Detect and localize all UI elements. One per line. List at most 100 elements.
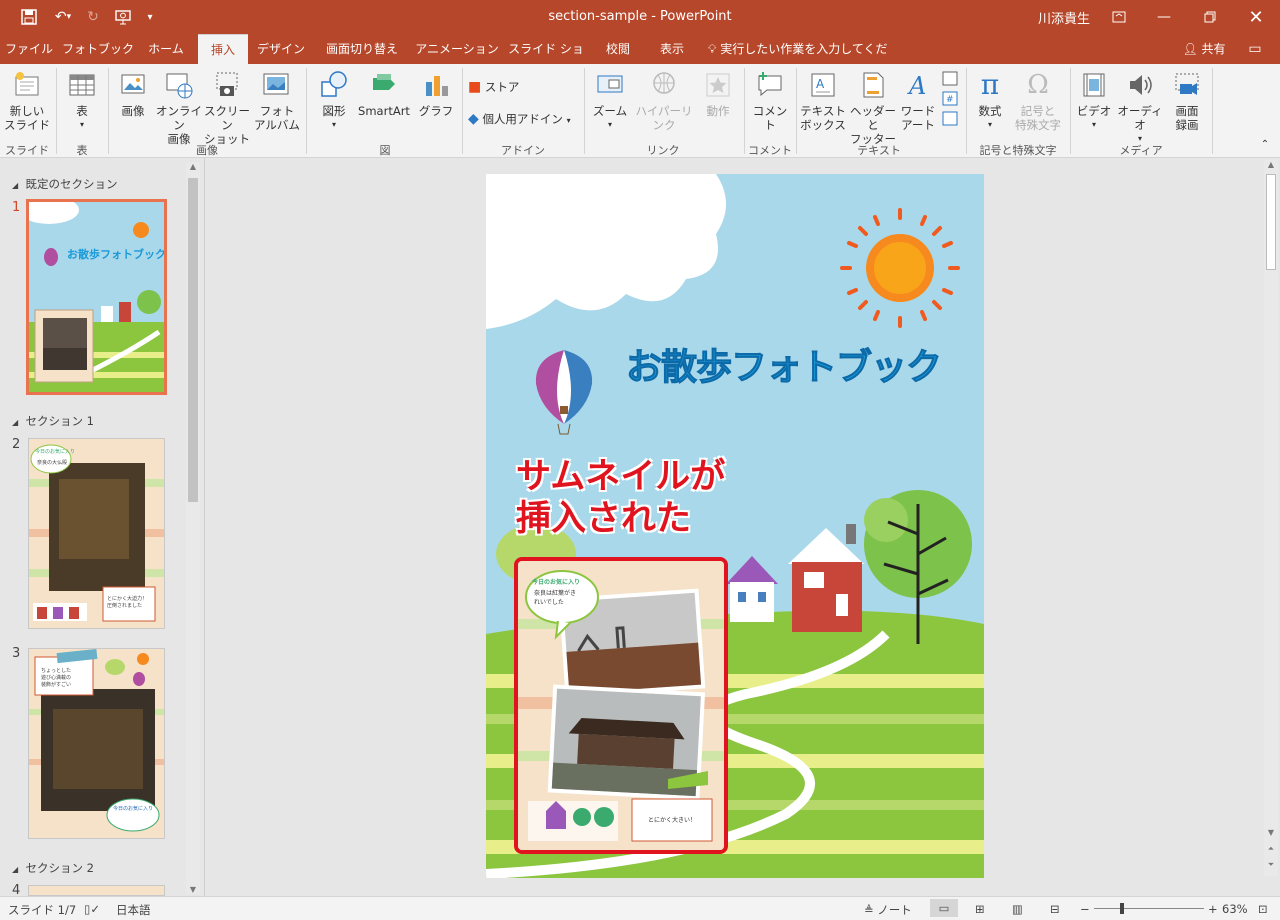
next-slide-icon[interactable]: ⏷ bbox=[1264, 860, 1278, 870]
scroll-thumb[interactable] bbox=[188, 178, 198, 502]
zoom-slider-thumb[interactable] bbox=[1120, 903, 1124, 914]
video-button[interactable]: ビデオ ▾ bbox=[1074, 70, 1114, 132]
photo-album-icon bbox=[262, 70, 292, 100]
group-label-image: 画像 bbox=[196, 144, 218, 157]
minimize-icon[interactable]: — bbox=[1152, 6, 1176, 28]
fit-to-window-icon[interactable]: ⊡ bbox=[1258, 902, 1268, 916]
header-footer-button[interactable]: ヘッダーと フッター bbox=[848, 70, 898, 146]
annotation-line-2: 挿入された bbox=[516, 499, 692, 539]
slideshow-view-icon[interactable]: ⊟ bbox=[1050, 902, 1060, 916]
slide-thumbnail-3[interactable]: ちょっとした 遊び心満載の 装飾がすごい 今日のお気に入り bbox=[28, 648, 165, 839]
slide-title[interactable]: お散歩フォトブック bbox=[625, 338, 942, 390]
normal-view-icon[interactable]: ▭ bbox=[930, 899, 958, 917]
slide-number-2: 2 bbox=[12, 437, 21, 452]
inner-note: とにかく大きい！ bbox=[648, 817, 697, 824]
table-button[interactable]: 表 ▾ bbox=[62, 70, 102, 132]
screen-record-button[interactable]: 画面 録画 bbox=[1166, 70, 1208, 132]
zoom-slider[interactable] bbox=[1094, 903, 1204, 914]
wordart-icon: A bbox=[903, 70, 933, 100]
slide-thumbnail-4[interactable] bbox=[28, 885, 165, 896]
annotation-callout: サムネイルが 挿入された bbox=[516, 456, 725, 540]
tab-insert[interactable]: 挿入 bbox=[198, 34, 248, 64]
online-image-button[interactable]: オンライン 画像 bbox=[154, 70, 204, 146]
close-icon[interactable]: ✕ bbox=[1244, 6, 1268, 28]
slide-sorter-icon[interactable]: ⊞ bbox=[975, 902, 985, 916]
textbox-button[interactable]: A テキスト ボックス bbox=[798, 70, 848, 132]
scroll-thumb[interactable] bbox=[1266, 174, 1276, 270]
smartart-button[interactable]: SmartArt bbox=[354, 70, 414, 118]
scroll-down-arrow-icon[interactable]: ▼ bbox=[186, 885, 200, 894]
inner-bubble-title: 今日のお気に入り bbox=[532, 579, 581, 586]
slide-thumbnail-1[interactable]: お散歩フォトブック bbox=[26, 199, 167, 395]
new-slide-icon bbox=[12, 70, 42, 100]
scroll-up-arrow-icon[interactable]: ▲ bbox=[186, 162, 200, 171]
new-slide-button[interactable]: 新しい スライド bbox=[4, 70, 50, 132]
section-header-2[interactable]: ◢ セクション 2 bbox=[12, 860, 94, 876]
inserted-slide-thumbnail[interactable]: 今日のお気に入り 奈良は紅葉がき れいでした とにかく大きい！ bbox=[514, 557, 728, 854]
share-button[interactable]: 👤︎ 共有 bbox=[1176, 34, 1232, 64]
graph-button[interactable]: グラフ bbox=[414, 70, 458, 118]
symbol-button[interactable]: Ω 記号と 特殊文字 bbox=[1010, 70, 1066, 132]
prev-slide-icon[interactable]: ⏶ bbox=[1264, 844, 1278, 854]
thumb2-note: とにかく大迫力！ 圧倒されました bbox=[107, 596, 148, 609]
store-button[interactable]: ■ ストア bbox=[468, 80, 578, 94]
reading-view-icon[interactable]: ▥ bbox=[1012, 902, 1023, 916]
wordart-button[interactable]: A ワード アート bbox=[898, 70, 938, 132]
equation-button[interactable]: π 数式 ▾ bbox=[970, 70, 1010, 132]
shapes-button[interactable]: 図形 ▾ bbox=[312, 70, 356, 132]
lightbulb-icon: 💡︎ bbox=[708, 42, 717, 56]
language[interactable]: 日本語 bbox=[116, 902, 151, 918]
tab-review[interactable]: 校閲 bbox=[594, 34, 642, 64]
date-time-icon[interactable]: # bbox=[940, 70, 960, 133]
tab-photobook[interactable]: フォトブック bbox=[60, 34, 136, 64]
tell-me-search[interactable]: 💡︎ 実行したい作業を入力してください bbox=[708, 34, 898, 86]
user-name[interactable]: 川添貴生 bbox=[1034, 6, 1094, 28]
tab-animations[interactable]: アニメーション bbox=[414, 34, 500, 64]
audio-button[interactable]: オーディオ ▾ bbox=[1114, 70, 1166, 146]
title-bar: ↶ ▾ ↻ ▾ section-sample - PowerPoint 川添貴生 … bbox=[0, 0, 1280, 34]
group-label-comment: コメント bbox=[748, 144, 792, 157]
globe-link-icon bbox=[649, 70, 679, 100]
collapse-triangle-icon: ◢ bbox=[12, 418, 19, 427]
restore-icon[interactable] bbox=[1198, 6, 1222, 28]
scroll-up-arrow-icon[interactable]: ▲ bbox=[1264, 160, 1278, 169]
photo-album-button[interactable]: フォト アルバム bbox=[252, 70, 302, 132]
tab-view[interactable]: 表示 bbox=[648, 34, 696, 64]
slide-thumbnail-2[interactable]: 今日のお気に入り 奈良の大仏殿 とにかく大迫力！ 圧倒されました bbox=[28, 438, 165, 629]
canvas-scrollbar[interactable]: ▲ ▼ ⏶ ⏷ bbox=[1264, 160, 1278, 876]
star-action-icon bbox=[703, 70, 733, 100]
section-header-1[interactable]: ◢ セクション 1 bbox=[12, 413, 94, 429]
omega-icon: Ω bbox=[1027, 70, 1049, 100]
comments-icon[interactable]: ▭ bbox=[1240, 34, 1270, 64]
screenshot-button[interactable]: スクリーン ショット bbox=[202, 70, 252, 146]
notes-icon: ≜ bbox=[864, 903, 874, 917]
ribbon-display-options-icon[interactable] bbox=[1108, 6, 1130, 28]
comment-button[interactable]: コメント bbox=[748, 70, 792, 132]
hyperlink-button[interactable]: ハイパーリンク bbox=[630, 70, 698, 132]
thumb3-note: ちょっとした 遊び心満載の 装飾がすごい bbox=[41, 668, 72, 688]
scroll-down-arrow-icon[interactable]: ▼ bbox=[1264, 828, 1278, 837]
zoom-button[interactable]: ズーム ▾ bbox=[588, 70, 632, 132]
ribbon-insert: 新しい スライド スライド 表 ▾ 表 画像 オンライン 画像 スクリーン ショッ… bbox=[0, 64, 1280, 158]
thumbnail-scrollbar[interactable]: ▲ ▼ bbox=[186, 162, 200, 894]
tab-design[interactable]: デザイン bbox=[252, 34, 310, 64]
group-label-addin: アドイン bbox=[501, 144, 545, 157]
group-label-slide: スライド bbox=[5, 144, 49, 157]
tab-file[interactable]: ファイル bbox=[0, 34, 58, 64]
tab-transitions[interactable]: 画面切り替え bbox=[318, 34, 406, 64]
tab-slideshow[interactable]: スライド ショー bbox=[504, 34, 588, 86]
tab-home[interactable]: ホーム bbox=[140, 34, 192, 64]
zoom-in-icon[interactable]: + bbox=[1208, 902, 1218, 916]
collapse-ribbon-icon[interactable]: ⌃ bbox=[1258, 138, 1272, 152]
action-button[interactable]: 動作 bbox=[698, 70, 738, 118]
notes-button[interactable]: ≜ ノート bbox=[864, 902, 912, 918]
thumb3-bubble-title: 今日のお気に入り bbox=[113, 806, 154, 812]
personal-addin-button[interactable]: ◆ 個人用アドイン ▾ bbox=[468, 112, 580, 128]
image-button[interactable]: 画像 bbox=[112, 70, 154, 118]
zoom-level[interactable]: 63% bbox=[1222, 902, 1248, 916]
spellcheck-icon[interactable]: ▯✓ bbox=[84, 902, 100, 916]
zoom-out-icon[interactable]: − bbox=[1080, 902, 1090, 916]
comment-icon bbox=[755, 70, 785, 100]
section-header-default[interactable]: ◢ 既定のセクション bbox=[12, 176, 117, 192]
main-slide[interactable]: お散歩フォトブック サムネイルが 挿入された 今日のお気に入り 奈良は紅葉がき … bbox=[486, 174, 984, 878]
